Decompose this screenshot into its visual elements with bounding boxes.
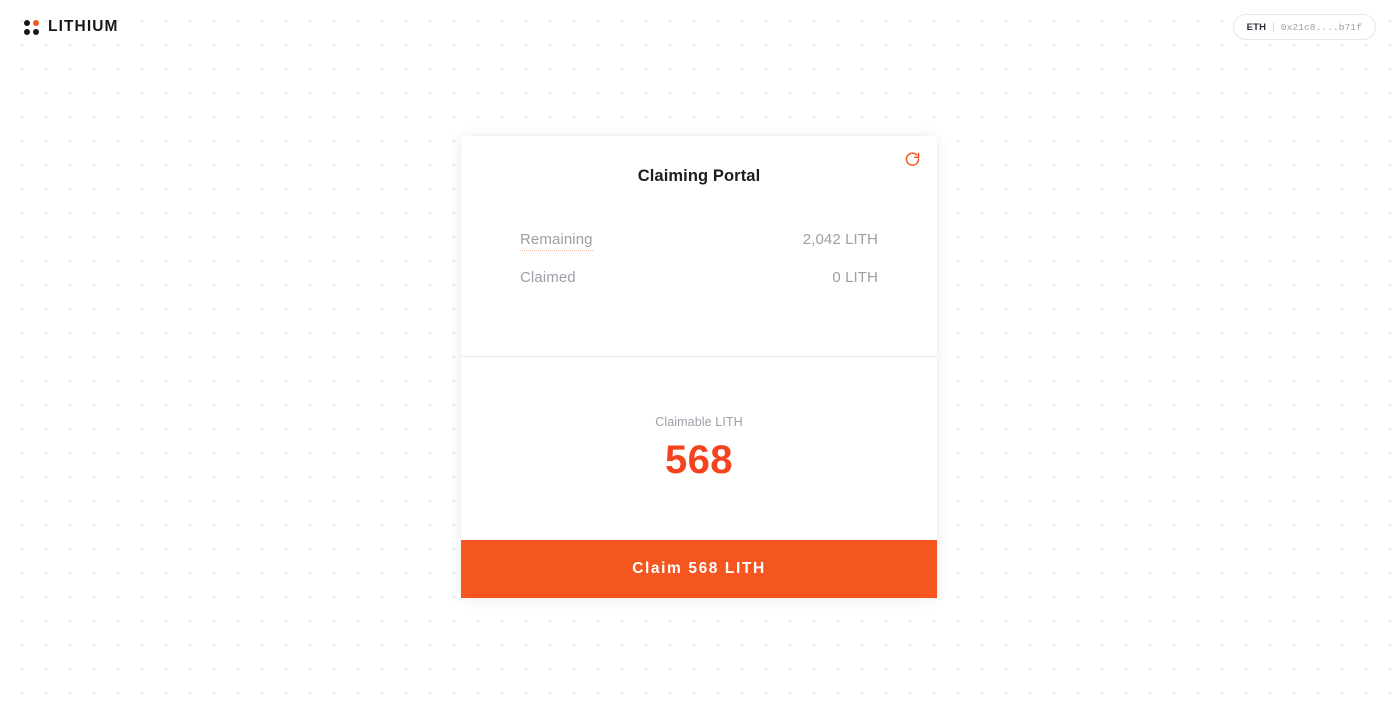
claimable-amount: 568 bbox=[665, 438, 733, 482]
wallet-separator: | bbox=[1272, 21, 1275, 33]
stat-value-claimed: 0 LITH bbox=[832, 269, 878, 286]
dot-bottom-right bbox=[33, 29, 39, 35]
page-title: Claiming Portal bbox=[637, 167, 761, 185]
claimable-section: Claimable LITH 568 bbox=[461, 357, 937, 540]
brand-name: LITHIUM bbox=[48, 18, 119, 36]
claim-button[interactable]: Claim 568 LITH bbox=[461, 540, 937, 598]
dot-bottom-left bbox=[24, 29, 30, 35]
stat-row-claimed: Claimed 0 LITH bbox=[520, 269, 878, 307]
top-bar: LITHIUM ETH | 0x21c8....b71f bbox=[0, 0, 1400, 54]
dot-top-right bbox=[33, 20, 39, 26]
claimable-label: Claimable LITH bbox=[655, 415, 743, 429]
stat-value-remaining: 2,042 LITH bbox=[802, 231, 878, 248]
wallet-badge[interactable]: ETH | 0x21c8....b71f bbox=[1232, 14, 1376, 40]
refresh-icon-glyph bbox=[905, 151, 919, 166]
dot-top-left bbox=[24, 20, 30, 26]
brand-logo[interactable]: LITHIUM bbox=[24, 13, 119, 41]
dots-grid-icon bbox=[24, 20, 39, 35]
card-header: Claiming Portal bbox=[461, 136, 937, 231]
wallet-address: 0x21c8....b71f bbox=[1280, 21, 1362, 33]
stat-label-claimed: Claimed bbox=[520, 269, 576, 286]
wallet-network-label: ETH bbox=[1246, 21, 1267, 33]
stats-section: Remaining 2,042 LITH Claimed 0 LITH bbox=[461, 231, 937, 350]
stat-label-remaining[interactable]: Remaining bbox=[520, 231, 593, 251]
stat-row-remaining: Remaining 2,042 LITH bbox=[520, 231, 878, 269]
claiming-portal-card: Claiming Portal Remaining 2,042 LITH Cla… bbox=[461, 136, 937, 598]
stats-spacer bbox=[520, 307, 878, 350]
